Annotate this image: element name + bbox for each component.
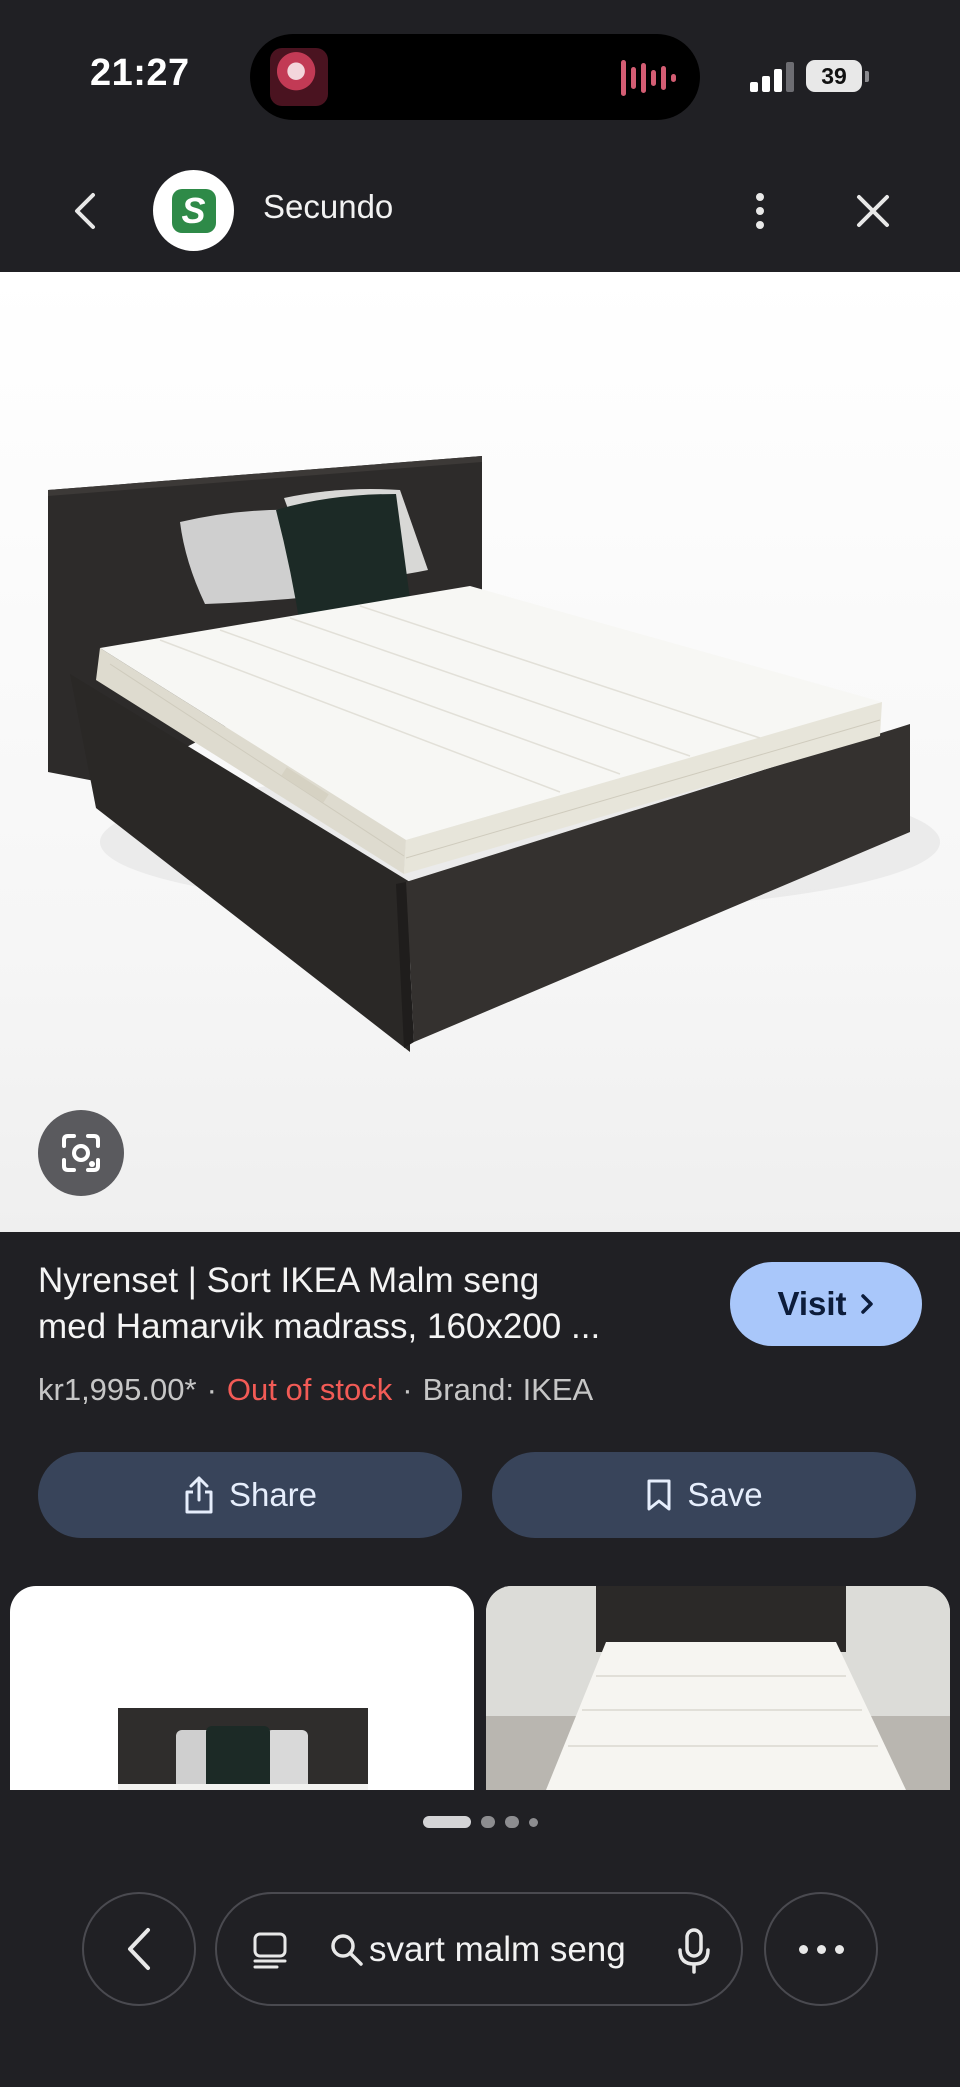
viewer-header: S Secundo [0,150,960,272]
cellular-signal-icon [750,60,794,92]
visit-button[interactable]: Visit [730,1262,922,1346]
share-button[interactable]: Share [38,1452,462,1538]
more-horizontal-button[interactable] [764,1892,878,2006]
save-button[interactable]: Save [492,1452,916,1538]
stock-status: Out of stock [226,1372,393,1407]
visit-label: Visit [777,1285,847,1322]
dynamic-island[interactable] [250,34,700,120]
chevron-left-icon [128,1928,150,1970]
bookmark-icon [647,1479,671,1511]
more-dot [816,1944,826,1954]
search-bar[interactable]: svart malm seng [215,1892,743,2006]
back-button[interactable] [60,186,110,236]
search-query[interactable]: svart malm seng [369,1930,626,1970]
more-options-button[interactable] [740,186,780,236]
close-icon [857,195,889,227]
related-image-card[interactable] [486,1586,950,1790]
site-logo-mark: S [171,188,216,233]
share-label: Share [228,1476,318,1513]
lens-search-button[interactable] [38,1110,124,1196]
pager-dot [480,1816,495,1828]
now-playing-artwork [270,48,328,106]
related-bed-photo [118,1708,368,1790]
image-viewer-page: 21:27 39 S Secundo Nyrenset | Sort IKEA … [0,0,960,2087]
related-mattress-photo [486,1586,950,1790]
product-title-line-2: med Hamarvik madrass, 160x200 ... [38,1307,601,1346]
status-bar: 21:27 39 [0,0,960,150]
close-button[interactable] [848,186,898,236]
share-icon [185,1476,213,1514]
kebab-dot [756,207,764,215]
separator-dot: · [402,1372,413,1407]
browser-back-button[interactable] [82,1892,196,2006]
bed-photo [48,456,940,1052]
product-image[interactable] [0,272,960,1232]
kebab-dot [756,193,764,201]
more-dot [834,1944,844,1954]
pager-dot-active [422,1816,471,1828]
page-indicator [0,1814,960,1830]
product-title[interactable]: Nyrenset | Sort IKEA Malm seng med Hamar… [38,1258,688,1350]
audio-waveform-icon [621,58,676,98]
chevron-left-icon [75,193,95,229]
more-dot [798,1944,808,1954]
pager-dot [528,1817,538,1827]
product-brand: Brand: IKEA [422,1372,594,1407]
google-lens-icon [62,1134,100,1172]
site-name[interactable]: Secundo [263,188,393,226]
bottom-toolbar: svart malm seng [0,1892,960,2006]
related-images [0,1586,960,1790]
save-label: Save [687,1476,763,1513]
chevron-right-icon [860,1294,873,1314]
pager-dot [504,1816,519,1828]
product-title-line-1: Nyrenset | Sort IKEA Malm seng [38,1261,540,1300]
product-price: kr1,995.00* [38,1372,197,1407]
product-meta: kr1,995.00* · Out of stock · Brand: IKEA [38,1372,593,1408]
battery-indicator: 39 [806,60,869,92]
separator-dot: · [206,1372,217,1407]
kebab-dot [756,221,764,229]
site-logo[interactable]: S [153,170,234,251]
tabs-icon[interactable] [251,1930,291,1970]
status-time: 21:27 [90,52,190,94]
search-icon [331,1934,363,1966]
related-image-card[interactable] [10,1586,474,1790]
mic-icon[interactable] [677,1928,711,1974]
